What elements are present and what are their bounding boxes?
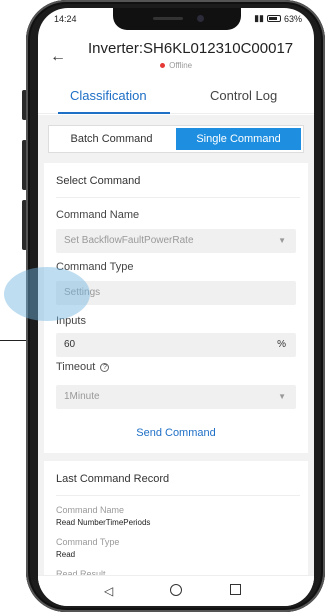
divider — [56, 197, 300, 198]
send-command-button[interactable]: Send Command — [44, 427, 308, 439]
chevron-down-icon: ▼ — [278, 392, 286, 401]
speaker-grille — [153, 17, 183, 20]
timeout-label: Timeout ? — [56, 361, 110, 373]
record-command-name-label: Command Name — [56, 505, 125, 515]
page-title: Inverter:SH6KL012310C00017 — [88, 40, 294, 57]
inputs-value: 60 — [64, 339, 76, 350]
circle-home-icon[interactable] — [170, 584, 182, 596]
main-content: Batch Command Single Command Select Comm… — [38, 115, 314, 585]
device-status: Offline — [38, 61, 314, 70]
status-time: 14:24 — [54, 14, 77, 24]
batch-command-button[interactable]: Batch Command — [49, 126, 174, 152]
single-command-button[interactable]: Single Command — [176, 128, 301, 150]
timeout-label-text: Timeout — [56, 361, 96, 373]
battery-percent: 63% — [283, 13, 302, 24]
touch-highlight — [4, 267, 90, 321]
inputs-unit: % — [277, 339, 286, 350]
record-title: Last Command Record — [56, 473, 170, 485]
timeout-select[interactable]: 1Minute ▼ — [56, 385, 296, 409]
command-mode-switch: Batch Command Single Command — [48, 125, 304, 153]
tab-classification[interactable]: Classification — [70, 88, 147, 103]
card-title: Select Command — [56, 175, 141, 187]
record-command-name-value: Read NumberTimePeriods — [56, 518, 151, 527]
camera-icon — [197, 15, 204, 22]
tab-bar: Classification Control Log — [38, 80, 314, 114]
command-name-select[interactable]: Set BackflowFaultPowerRate ▼ — [56, 229, 296, 253]
timeout-value: 1Minute — [64, 391, 100, 402]
inputs-field[interactable]: 60 % — [56, 333, 296, 357]
battery-icon — [266, 15, 281, 22]
command-type-field: Settings — [56, 281, 296, 305]
record-command-type-label: Command Type — [56, 537, 120, 547]
chevron-down-icon: ▼ — [278, 236, 286, 245]
device-status-text: Offline — [169, 61, 193, 70]
phone-notch — [113, 8, 241, 30]
triangle-back-icon[interactable]: ◁ — [104, 584, 113, 598]
signal-icon: ▮▮ — [254, 13, 264, 23]
page-header: ← Inverter:SH6KL012310C00017 Offline — [38, 30, 314, 76]
divider — [56, 495, 300, 496]
question-circle-icon[interactable]: ? — [100, 362, 110, 372]
record-command-type-value: Read — [56, 550, 76, 559]
active-tab-indicator — [58, 112, 170, 114]
system-nav-bar: ◁ — [38, 575, 314, 606]
tab-control-log[interactable]: Control Log — [210, 88, 277, 103]
command-name-label: Command Name — [56, 209, 140, 221]
command-name-value: Set BackflowFaultPowerRate — [64, 235, 194, 246]
square-recent-icon[interactable] — [230, 584, 241, 595]
status-indicators: ▮▮ 63% — [254, 13, 302, 24]
last-command-record-card: Last Command Record Command Name Read Nu… — [44, 461, 308, 585]
offline-dot-icon — [159, 63, 165, 69]
